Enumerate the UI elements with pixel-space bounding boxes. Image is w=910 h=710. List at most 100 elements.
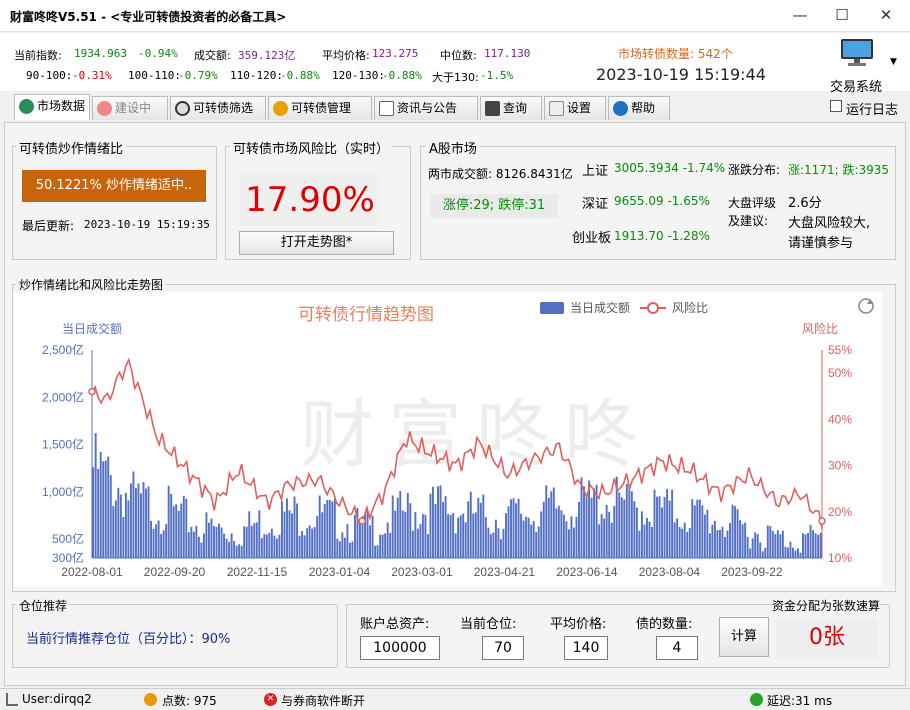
- tab-bond-filter[interactable]: 可转债筛选: [170, 96, 266, 120]
- turnover-bar: [253, 523, 256, 558]
- sh-value: 3005.3934 -1.74%: [614, 161, 726, 175]
- turnover-bar: [328, 499, 331, 558]
- turnover-bar: [278, 534, 281, 558]
- close-button[interactable]: ✕: [866, 2, 906, 28]
- qty-input[interactable]: 4: [656, 636, 698, 660]
- turnover-bar: [535, 532, 538, 558]
- sentiment-title: 可转债炒作情绪比: [16, 138, 127, 157]
- turnover-bar: [643, 524, 646, 558]
- calc-button[interactable]: 计算: [719, 617, 769, 657]
- turnover-bar: [462, 513, 465, 558]
- manage-icon: [273, 101, 288, 116]
- turnover-bar: [129, 483, 132, 558]
- tab-help[interactable]: 帮助: [608, 96, 670, 120]
- pos-input[interactable]: 70: [482, 636, 524, 660]
- tab-query[interactable]: 查询: [480, 96, 542, 120]
- y-left-tick-label: 2,500亿: [42, 342, 84, 357]
- rating-label: 大盘评级: [728, 196, 777, 210]
- tab-label: 可转债筛选: [193, 101, 254, 115]
- x-tick-label: 2023-01-04: [309, 565, 371, 579]
- tab-market-data[interactable]: 市场数据: [14, 94, 90, 120]
- turnover-bar: [716, 530, 719, 558]
- trade-system-label[interactable]: 交易系统: [830, 76, 882, 95]
- turnover-bar: [444, 496, 447, 558]
- turnover-bar: [213, 526, 215, 558]
- y-left-tick-label: 500亿: [52, 531, 84, 546]
- turnover-bar: [172, 506, 175, 558]
- turnover-bar: [200, 542, 203, 558]
- index-label: 当前指数:: [14, 49, 62, 62]
- turnover-bar: [92, 467, 95, 558]
- turnover-bar: [207, 522, 210, 558]
- turnover-bar: [661, 507, 664, 558]
- tab-bar: 市场数据 建设中 可转债筛选 可转债管理 资讯与公告 查询 设置 帮助 运行日志: [0, 94, 910, 122]
- monitor-icon[interactable]: [838, 37, 876, 67]
- turnover-bar: [507, 506, 510, 558]
- turnover-bar: [472, 513, 475, 558]
- tab-label: 市场数据: [37, 99, 86, 113]
- turnover-bar: [585, 494, 588, 558]
- turnover-bar: [381, 534, 384, 558]
- turnover-bar: [701, 505, 704, 558]
- updated-time: 2023-10-19 15:19:35: [84, 218, 210, 231]
- assets-label: 账户总资产:: [360, 617, 430, 632]
- tab-under-construction[interactable]: 建设中: [92, 96, 168, 120]
- search-icon: [175, 101, 190, 116]
- alloc-label: 资金分配为张数速算: [772, 597, 881, 614]
- open-chart-button[interactable]: 打开走势图*: [239, 231, 394, 255]
- turnover-bar: [784, 546, 787, 558]
- log-label[interactable]: 运行日志: [846, 99, 898, 118]
- turnover-bar: [298, 535, 301, 558]
- turnover-bar: [807, 533, 810, 558]
- turnover-bar: [99, 452, 102, 558]
- turnover-bar: [600, 513, 603, 558]
- turnover-bar: [653, 489, 656, 558]
- median-value: 117.130: [484, 47, 531, 60]
- assets-input[interactable]: 100000: [360, 636, 440, 660]
- tab-news[interactable]: 资讯与公告: [374, 96, 478, 120]
- maximize-button[interactable]: ☐: [822, 2, 862, 28]
- y-right-tick-label: 20%: [828, 505, 852, 519]
- rating-value: 2.6分: [788, 196, 822, 211]
- ashare-title: A股市场: [426, 138, 480, 157]
- dropdown-arrow-icon[interactable]: ▼: [890, 57, 897, 67]
- turnover-bar: [306, 528, 309, 558]
- turnover-bar: [109, 475, 112, 558]
- refresh-icon[interactable]: [858, 298, 874, 314]
- turnover-bar: [270, 528, 273, 558]
- turnover-bar: [225, 538, 228, 558]
- log-checkbox[interactable]: [830, 100, 842, 112]
- turnover-bar: [248, 511, 251, 558]
- turnover-bar: [532, 521, 535, 558]
- tab-settings[interactable]: 设置: [544, 96, 606, 120]
- turnover-bar: [195, 525, 198, 558]
- y-left-tick-label: 1,500亿: [42, 437, 84, 452]
- turnover-bar: [326, 500, 329, 558]
- turnover-bar: [527, 517, 530, 558]
- turnover-bar: [794, 550, 797, 558]
- turnover-bar: [233, 540, 236, 558]
- minimize-button[interactable]: —: [780, 2, 820, 28]
- turnover-bar: [243, 526, 246, 558]
- turnover-bar: [127, 500, 130, 558]
- turnover-bar: [497, 528, 500, 558]
- legend-line-marker: [647, 302, 659, 314]
- turnover-bar: [426, 534, 429, 558]
- price-input[interactable]: 140: [564, 636, 608, 660]
- construction-icon: [97, 101, 112, 116]
- position-title: 仓位推荐: [16, 597, 71, 614]
- sentiment-value: 50.1221% 炒作情绪适中..: [22, 170, 206, 202]
- turnover-bar: [442, 501, 445, 558]
- x-tick-label: 2023-09-22: [721, 565, 783, 579]
- turnover-bar: [205, 512, 208, 558]
- tab-label: 可转债管理: [291, 101, 352, 115]
- tab-label: 建设中: [115, 101, 152, 115]
- turnover-bar: [673, 522, 676, 558]
- tab-bond-manage[interactable]: 可转债管理: [268, 96, 372, 120]
- turnover-bar: [550, 491, 553, 558]
- median-label: 中位数:: [440, 49, 477, 62]
- turnover-bar: [366, 510, 369, 558]
- turnover-bar: [419, 524, 422, 558]
- turnover-bar: [182, 495, 185, 558]
- turnover-bar: [739, 520, 742, 558]
